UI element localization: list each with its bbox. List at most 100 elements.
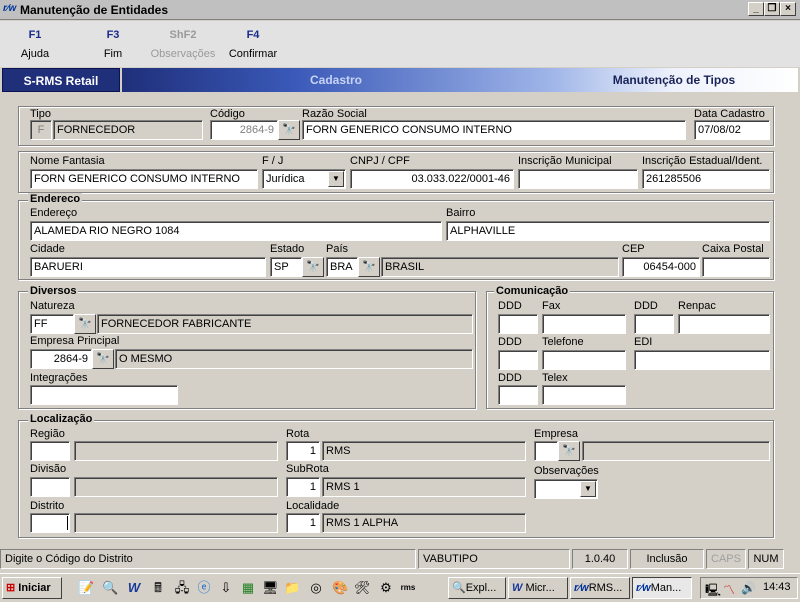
start-button[interactable]: ⊞ Iniciar: [2, 577, 62, 599]
restore-button[interactable]: ❐: [764, 2, 780, 16]
rms-icon[interactable]: rms: [400, 580, 416, 596]
estado-field[interactable]: SP: [270, 257, 302, 277]
edi-field[interactable]: [634, 350, 770, 370]
help-button[interactable]: F1 Ajuda: [0, 29, 70, 60]
header-band: S-RMS Retail Cadastro Manutenção de Tipo…: [0, 67, 800, 93]
rms-logo-icon: r⁄w: [636, 582, 651, 594]
taskbar: ⊞ Iniciar 📝 🔍 W 🖩 🖧 ⓔ ⇩ ▦ 🖥 📁 ◎ 🎨 🛠 ⚙ rm…: [0, 573, 800, 600]
rms-logo-icon[interactable]: r⁄w: [3, 3, 19, 17]
ddd-fax-field[interactable]: [498, 314, 538, 334]
razao-social-field[interactable]: FORN GENERICO CONSUMO INTERNO: [302, 120, 686, 140]
media-player-icon[interactable]: ◎: [308, 580, 324, 596]
regiao-code-field[interactable]: [30, 441, 70, 461]
integracoes-field[interactable]: [30, 385, 178, 405]
binoculars-icon[interactable]: 🔭: [74, 314, 96, 334]
rota-label: Rota: [286, 428, 310, 440]
observacoes-label: Observações: [534, 465, 599, 477]
nome-fantasia-field[interactable]: FORN GENERICO CONSUMO INTERNO: [30, 169, 258, 189]
paint-icon[interactable]: 🎨: [332, 580, 348, 596]
tray-status-icon[interactable]: 〽: [723, 581, 735, 598]
divisao-code-field[interactable]: [30, 477, 70, 497]
localizacao-title: Localização: [28, 413, 95, 425]
localidade-name-field: RMS 1 ALPHA: [322, 513, 526, 533]
empresa-code-field[interactable]: [534, 441, 558, 461]
task-word[interactable]: W Micr...: [508, 577, 568, 599]
ddd-renpac-field[interactable]: [634, 314, 674, 334]
task-rms[interactable]: r⁄wRMS...: [570, 577, 630, 599]
telex-field[interactable]: [542, 385, 626, 405]
close-button[interactable]: ×: [780, 2, 796, 16]
tray-app-icon[interactable]: 🖳: [705, 581, 721, 602]
endereco-field[interactable]: ALAMEDA RIO NEGRO 1084: [30, 221, 442, 241]
edi-label: EDI: [634, 336, 653, 348]
observacoes-select[interactable]: ▼: [534, 479, 598, 499]
download-icon[interactable]: ⇩: [218, 580, 234, 596]
telex-label: Telex: [542, 372, 568, 384]
tools-icon[interactable]: 🛠: [354, 580, 371, 596]
bairro-field[interactable]: ALPHAVILLE: [446, 221, 770, 241]
binoculars-icon[interactable]: 🔭: [278, 120, 300, 140]
telefone-field[interactable]: [542, 350, 626, 370]
folder-icon[interactable]: 📁: [284, 580, 300, 596]
binoculars-icon[interactable]: 🔭: [302, 257, 324, 277]
chevron-down-icon[interactable]: ▼: [328, 171, 344, 187]
rota-code-field[interactable]: 1: [286, 441, 320, 461]
monitor-icon[interactable]: 🖥: [262, 580, 279, 596]
binoculars-icon[interactable]: 🔭: [358, 257, 380, 277]
endereco-label: Endereço: [30, 207, 78, 219]
section-label: Cadastro: [122, 68, 550, 92]
regiao-name-field: [74, 441, 278, 461]
cep-field[interactable]: 06454-000: [622, 257, 700, 277]
regiao-label: Região: [30, 428, 65, 440]
volume-icon[interactable]: 🔊: [741, 581, 756, 595]
network-icon[interactable]: 🖧: [174, 580, 190, 596]
grid-app-icon[interactable]: ▦: [240, 580, 256, 596]
distrito-code-field[interactable]: [30, 513, 70, 533]
notepad-icon[interactable]: 📝: [78, 580, 94, 596]
status-caps: CAPS: [706, 549, 746, 569]
caixa-postal-field[interactable]: [702, 257, 770, 277]
cnpj-field[interactable]: 03.033.022/0001-46: [350, 169, 514, 189]
pais-code-field[interactable]: BRA: [326, 257, 358, 277]
observations-button[interactable]: ShF2 Observações: [148, 29, 218, 60]
fax-field[interactable]: [542, 314, 626, 334]
inscricao-estadual-field[interactable]: 261285506: [642, 169, 770, 189]
binoculars-icon[interactable]: 🔭: [92, 349, 114, 369]
ddd-telex-field[interactable]: [498, 385, 538, 405]
task-explorer[interactable]: 🔍Expl...: [448, 577, 506, 599]
brand-label: S-RMS Retail: [2, 68, 120, 92]
empresa-principal-code-field[interactable]: 2864-9: [30, 349, 92, 369]
cidade-field[interactable]: BARUERI: [30, 257, 266, 277]
status-num: NUM: [748, 549, 784, 569]
fj-select[interactable]: Jurídica ▼: [262, 169, 346, 189]
natureza-code-field[interactable]: FF: [30, 314, 74, 334]
natureza-description-field: FORNECEDOR FABRICANTE: [97, 314, 473, 334]
word-icon[interactable]: W: [126, 580, 142, 596]
renpac-field[interactable]: [678, 314, 770, 334]
vbs-icon[interactable]: ⚙: [378, 580, 394, 596]
confirm-button[interactable]: F4 Confirmar: [218, 29, 288, 60]
chevron-down-icon[interactable]: ▼: [580, 481, 596, 497]
renpac-label: Renpac: [678, 300, 716, 312]
codigo-field[interactable]: 2864-9: [210, 120, 278, 140]
search-icon: 🔍: [452, 582, 466, 594]
binoculars-icon[interactable]: 🔭: [558, 441, 580, 461]
data-cadastro-field[interactable]: 07/08/02: [694, 120, 770, 140]
minimize-button[interactable]: _: [748, 2, 764, 16]
search-icon[interactable]: 🔍: [102, 580, 118, 596]
status-message: Digite o Código do Distrito: [0, 549, 416, 569]
calculator-icon[interactable]: 🖩: [150, 580, 166, 596]
localidade-label: Localidade: [286, 500, 340, 512]
ddd-telefone-label: DDD: [498, 336, 522, 348]
inscricao-municipal-field[interactable]: [518, 169, 638, 189]
task-manutencao[interactable]: r⁄wMan...: [632, 577, 692, 599]
subrota-code-field[interactable]: 1: [286, 477, 320, 497]
tipo-code-field[interactable]: F: [30, 120, 52, 140]
ddd-telefone-field[interactable]: [498, 350, 538, 370]
function-key-bar: F1 Ajuda F3 Fim ShF2 Observações F4 Conf…: [0, 21, 800, 67]
exit-button[interactable]: F3 Fim: [78, 29, 148, 60]
fj-label: F / J: [262, 155, 284, 167]
internet-explorer-icon[interactable]: ⓔ: [196, 580, 212, 596]
bairro-label: Bairro: [446, 207, 476, 219]
localidade-code-field[interactable]: 1: [286, 513, 320, 533]
